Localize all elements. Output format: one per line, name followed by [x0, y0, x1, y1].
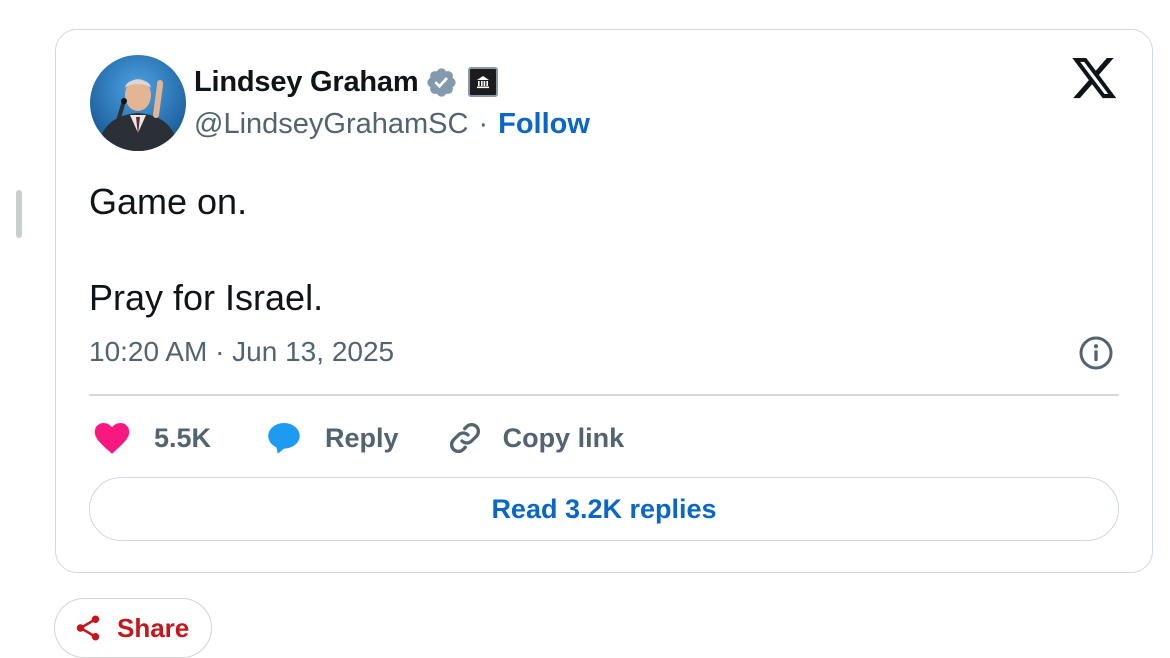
verified-badge-icon — [427, 67, 457, 97]
link-icon — [449, 423, 480, 453]
government-badge-icon — [468, 67, 499, 97]
share-icon — [76, 615, 100, 641]
author-handle[interactable]: @LindseyGrahamSC — [194, 108, 468, 141]
copy-link-label: Copy link — [502, 422, 625, 453]
tweet-text-line: Pray for Israel. — [89, 277, 324, 318]
x-logo-icon[interactable] — [1072, 58, 1118, 100]
share-label: Share — [117, 612, 190, 643]
reply-label: Reply — [325, 422, 399, 453]
tweet-text: Game on. Pray for Israel. — [89, 178, 323, 322]
info-icon[interactable] — [1078, 335, 1114, 371]
share-button[interactable]: Share — [54, 598, 212, 658]
author-block: Lindsey Graham @LindseyGrahamSC · Follow — [194, 64, 590, 141]
follow-button[interactable]: Follow — [498, 108, 590, 141]
action-bar: 5.5K Reply Copy link — [94, 418, 624, 458]
like-count: 5.5K — [154, 422, 212, 453]
copy-link-button[interactable]: Copy link — [447, 420, 625, 456]
tweet-timestamp[interactable]: 10:20 AM · Jun 13, 2025 — [89, 336, 394, 368]
separator-dot: · — [478, 108, 489, 140]
like-button[interactable]: 5.5K — [94, 421, 211, 455]
read-replies-button[interactable]: Read 3.2K replies — [89, 477, 1119, 541]
reply-bubble-icon — [268, 423, 300, 454]
divider — [89, 394, 1119, 396]
tweet-text-line: Game on. — [89, 181, 248, 222]
heart-icon — [94, 423, 130, 454]
scroll-handle[interactable] — [16, 190, 22, 238]
reply-button[interactable]: Reply — [265, 420, 399, 456]
author-name[interactable]: Lindsey Graham — [194, 66, 419, 99]
embedded-tweet-card: Lindsey Graham @LindseyGrahamSC · Follow — [55, 29, 1153, 573]
avatar[interactable] — [90, 55, 186, 151]
